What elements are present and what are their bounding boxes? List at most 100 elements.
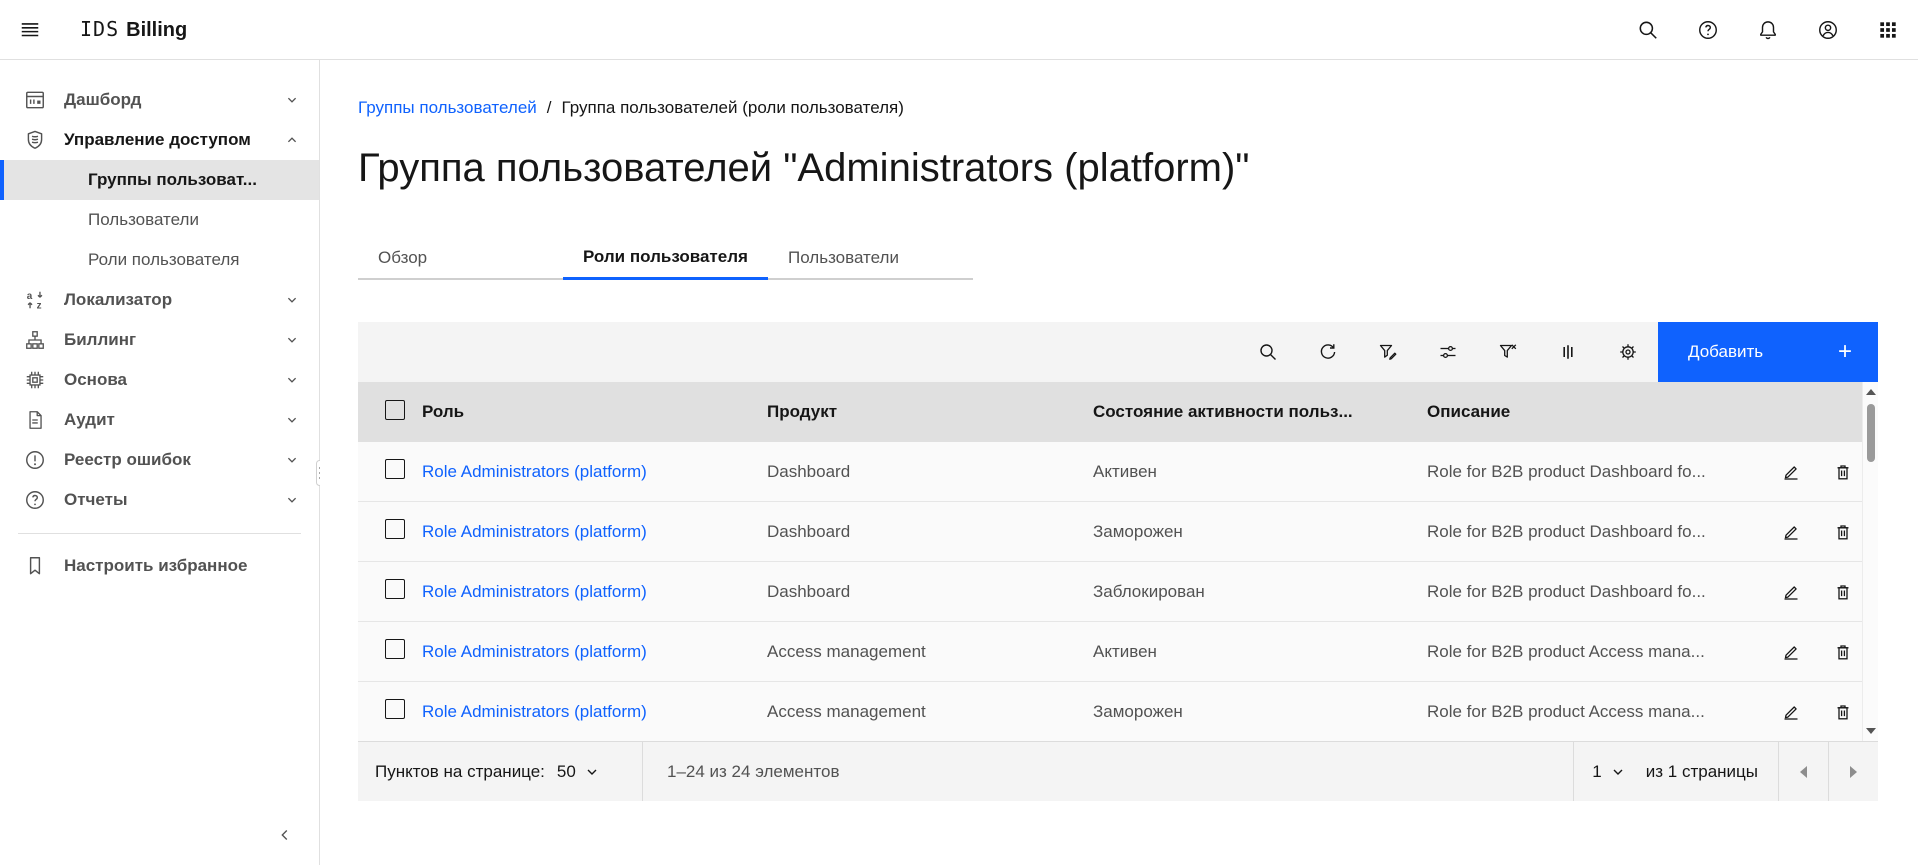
sidebar-subitem-label: Роли пользователя — [88, 250, 239, 270]
help-icon — [24, 489, 46, 511]
edit-icon — [1781, 462, 1801, 482]
delete-button[interactable] — [1829, 458, 1857, 486]
sidebar-collapse-button[interactable] — [265, 815, 305, 855]
tab-users[interactable]: Пользователи — [768, 239, 973, 280]
scroll-up-button[interactable] — [1863, 384, 1879, 400]
table-search-button[interactable] — [1238, 322, 1298, 382]
refresh-icon — [1318, 342, 1338, 362]
chevron-down-icon — [283, 411, 301, 429]
search-button[interactable] — [1618, 0, 1678, 60]
edit-button[interactable] — [1777, 638, 1805, 666]
shield-icon — [24, 129, 46, 151]
sidebar-item-users[interactable]: Пользователи — [0, 200, 319, 240]
state-cell: Заморожен — [1093, 702, 1427, 722]
sidebar-item-user-roles[interactable]: Роли пользователя — [0, 240, 319, 280]
edit-button[interactable] — [1777, 458, 1805, 486]
sidebar-item-label: Управление доступом — [64, 130, 283, 150]
filter-remove-icon — [1498, 342, 1518, 362]
tab-overview[interactable]: Обзор — [358, 239, 563, 280]
sidebar-item-billing[interactable]: Биллинг — [0, 320, 319, 360]
add-button[interactable]: Добавить + — [1658, 322, 1878, 382]
column-header-product: Продукт — [767, 402, 1093, 422]
table-row: Role Administrators (platform) Dashboard… — [358, 562, 1878, 622]
role-link[interactable]: Role Administrators (platform) — [422, 702, 647, 721]
row-checkbox[interactable] — [385, 699, 405, 719]
delete-button[interactable] — [1829, 698, 1857, 726]
scrollbar-thumb[interactable] — [1867, 404, 1875, 462]
role-link[interactable]: Role Administrators (platform) — [422, 462, 647, 481]
sidebar-subitem-label: Пользователи — [88, 210, 199, 230]
filter-edit-icon — [1378, 342, 1398, 362]
row-checkbox[interactable] — [385, 639, 405, 659]
table-settings-button[interactable] — [1598, 322, 1658, 382]
table-toolbar: Добавить + — [358, 322, 1878, 382]
breadcrumb-current: Группа пользователей (роли пользователя) — [562, 98, 904, 118]
breadcrumb-separator: / — [547, 98, 552, 118]
sidebar-item-localizator[interactable]: a z Локализатор — [0, 280, 319, 320]
chevron-left-icon — [276, 826, 294, 844]
role-link[interactable]: Role Administrators (platform) — [422, 582, 647, 601]
columns-button[interactable] — [1538, 322, 1598, 382]
header-actions — [1618, 0, 1918, 60]
notifications-button[interactable] — [1738, 0, 1798, 60]
edit-button[interactable] — [1777, 518, 1805, 546]
delete-button[interactable] — [1829, 578, 1857, 606]
menu-button[interactable] — [0, 0, 60, 60]
row-checkbox[interactable] — [385, 579, 405, 599]
dashboard-icon — [24, 89, 46, 111]
search-icon — [1637, 19, 1659, 41]
chevron-down-icon — [1612, 766, 1624, 778]
trash-icon — [1833, 642, 1853, 662]
sidebar-item-user-groups[interactable]: Группы пользоват... — [0, 160, 319, 200]
role-link[interactable]: Role Administrators (platform) — [422, 642, 647, 661]
sidebar-item-error-registry[interactable]: Реестр ошибок — [0, 440, 319, 480]
app-switcher-button[interactable] — [1858, 0, 1918, 60]
caret-right-icon — [1850, 766, 1857, 778]
previous-page-button[interactable] — [1778, 742, 1828, 801]
column-header-role: Роль — [422, 402, 767, 422]
items-per-page-select[interactable]: 50 — [557, 762, 598, 782]
description-cell: Role for B2B product Dashboard fo... — [1427, 582, 1756, 602]
tab-user-roles[interactable]: Роли пользователя — [563, 238, 768, 280]
state-cell: Активен — [1093, 462, 1427, 482]
chevron-down-icon — [283, 291, 301, 309]
sidebar-item-dashboard[interactable]: Дашборд — [0, 80, 319, 120]
user-button[interactable] — [1798, 0, 1858, 60]
translate-icon: a z — [24, 289, 46, 311]
delete-button[interactable] — [1829, 518, 1857, 546]
filter-edit-button[interactable] — [1358, 322, 1418, 382]
sidebar-item-core[interactable]: Основа — [0, 360, 319, 400]
sidebar-item-favorites[interactable]: Настроить избранное — [0, 546, 319, 586]
select-all-checkbox[interactable] — [385, 400, 405, 420]
next-page-button[interactable] — [1828, 742, 1878, 801]
edit-button[interactable] — [1777, 698, 1805, 726]
sidebar-item-audit[interactable]: Аудит — [0, 400, 319, 440]
table-row: Role Administrators (platform) Dashboard… — [358, 502, 1878, 562]
settings-adjust-icon — [1438, 342, 1458, 362]
items-per-page: Пунктов на странице: 50 — [358, 742, 643, 801]
row-checkbox[interactable] — [385, 459, 405, 479]
refresh-button[interactable] — [1298, 322, 1358, 382]
row-checkbox[interactable] — [385, 519, 405, 539]
column-header-state: Состояние активности польз... — [1093, 402, 1427, 422]
document-icon — [24, 409, 46, 431]
edit-icon — [1781, 642, 1801, 662]
filter-remove-button[interactable] — [1478, 322, 1538, 382]
items-per-page-label: Пунктов на странице: — [375, 762, 545, 782]
edit-button[interactable] — [1777, 578, 1805, 606]
sidebar-item-access-management[interactable]: Управление доступом — [0, 120, 319, 160]
svg-text:a: a — [27, 291, 33, 302]
scroll-down-button[interactable] — [1863, 723, 1879, 739]
breadcrumb-link-user-groups[interactable]: Группы пользователей — [358, 98, 537, 118]
role-link[interactable]: Role Administrators (platform) — [422, 522, 647, 541]
chevron-down-icon — [283, 331, 301, 349]
page-number-select[interactable]: 1 — [1573, 742, 1641, 801]
state-cell: Заблокирован — [1093, 582, 1427, 602]
settings-adjust-button[interactable] — [1418, 322, 1478, 382]
delete-button[interactable] — [1829, 638, 1857, 666]
edit-icon — [1781, 702, 1801, 722]
description-cell: Role for B2B product Dashboard fo... — [1427, 462, 1756, 482]
sidebar-item-reports[interactable]: Отчеты — [0, 480, 319, 520]
caret-left-icon — [1800, 766, 1807, 778]
help-button[interactable] — [1678, 0, 1738, 60]
